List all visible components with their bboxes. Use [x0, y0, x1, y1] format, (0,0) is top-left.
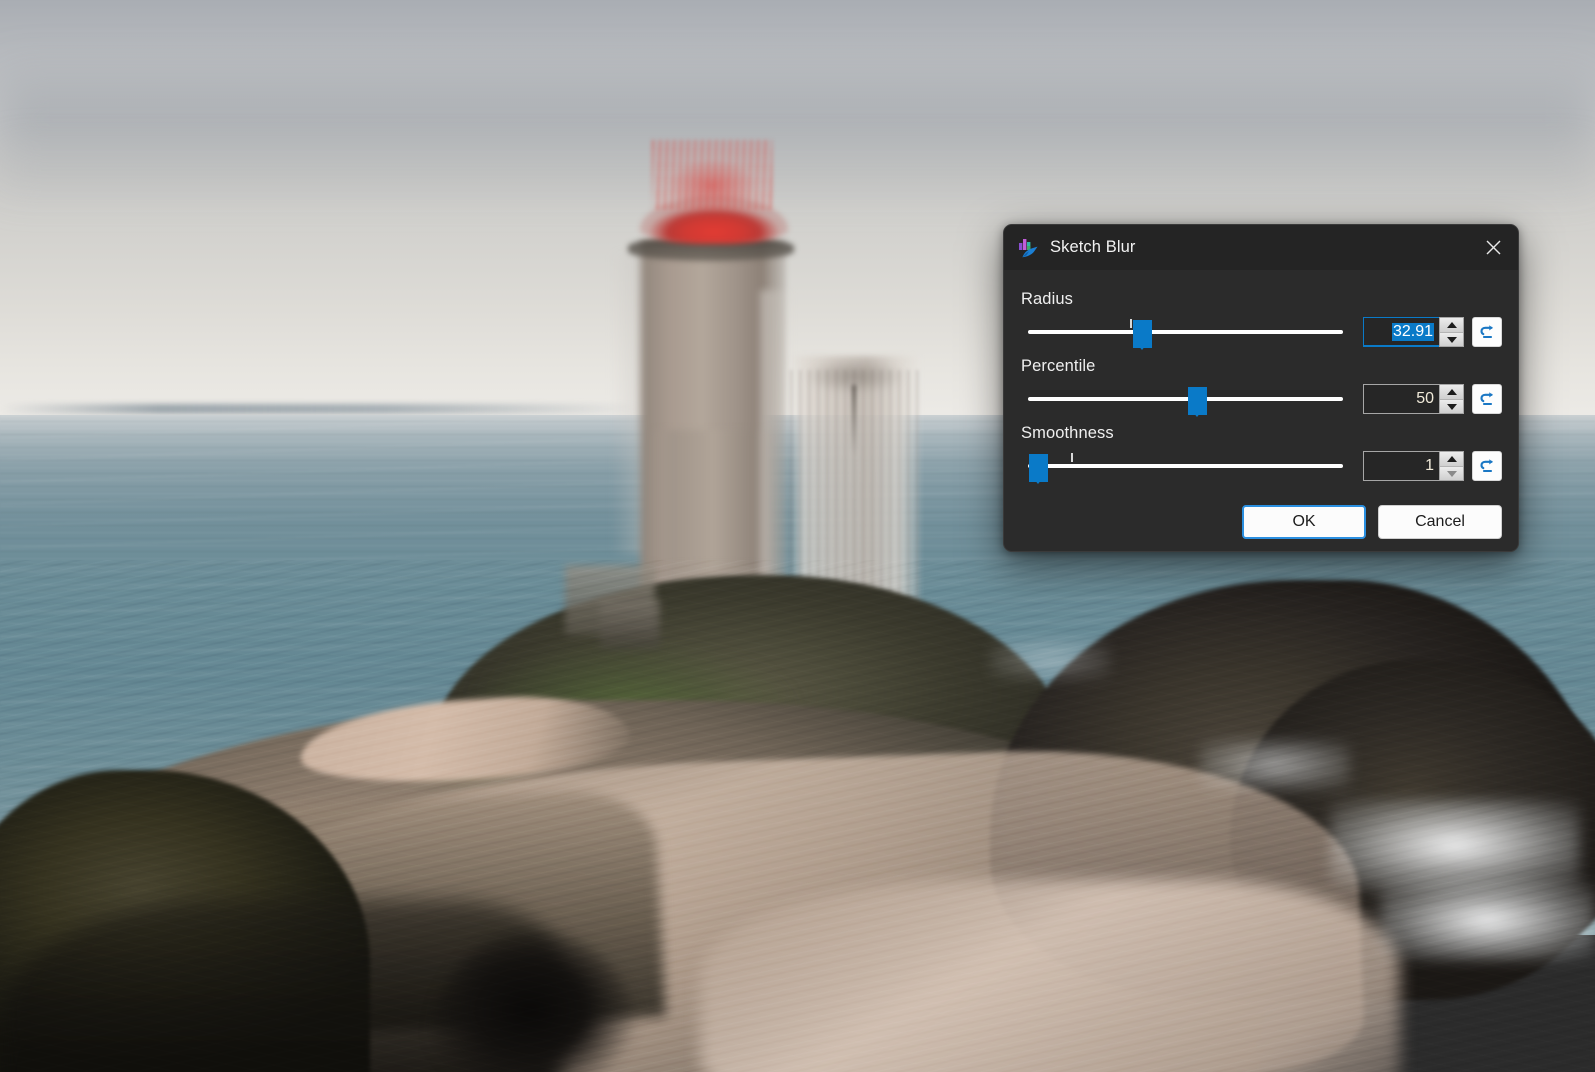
surf-foam: [1330, 800, 1580, 890]
close-icon[interactable]: [1468, 225, 1518, 270]
spinner-down-icon[interactable]: [1440, 332, 1463, 346]
spinner-down-icon[interactable]: [1440, 399, 1463, 413]
percentile-slider-thumb[interactable]: [1187, 387, 1207, 417]
dialog-title: Sketch Blur: [1050, 238, 1136, 256]
smoothness-row: 1: [1020, 449, 1502, 484]
percentile-input[interactable]: 50: [1363, 384, 1439, 414]
smoothness-spin-buttons[interactable]: [1439, 451, 1464, 481]
building-mast: [852, 385, 856, 455]
reset-arrow-icon: [1479, 324, 1493, 338]
sky-cloud-band: [0, 140, 1595, 200]
spinner-up-icon[interactable]: [1440, 385, 1463, 399]
spinner-up-icon[interactable]: [1440, 452, 1463, 466]
smoothness-slider[interactable]: [1020, 449, 1351, 484]
radius-row: 32.91: [1020, 315, 1502, 350]
surf-foam: [1380, 880, 1595, 960]
smoothness-spinner[interactable]: 1: [1363, 451, 1464, 481]
radius-slider-thumb[interactable]: [1132, 320, 1152, 350]
sketch-blur-dialog[interactable]: Sketch Blur Radius 32.91 Percentile 50 S…: [1003, 224, 1519, 552]
smoothness-slider-tick: [1071, 453, 1073, 462]
smoothness-input[interactable]: 1: [1363, 451, 1439, 481]
smoothness-input-value: 1: [1425, 457, 1434, 474]
radius-slider-track[interactable]: [1028, 330, 1343, 334]
reset-arrow-icon: [1479, 458, 1493, 472]
dialog-footer: OK Cancel: [1004, 491, 1518, 551]
percentile-slider[interactable]: [1020, 382, 1351, 417]
cancel-button[interactable]: Cancel: [1378, 505, 1502, 539]
paint-app-icon: [1018, 238, 1040, 258]
percentile-label: Percentile: [1021, 357, 1096, 375]
smoothness-slider-track[interactable]: [1028, 464, 1343, 468]
percentile-row: 50: [1020, 382, 1502, 417]
spinner-up-icon[interactable]: [1440, 318, 1463, 332]
percentile-input-value: 50: [1416, 390, 1434, 407]
dialog-titlebar[interactable]: Sketch Blur: [1004, 225, 1518, 270]
sandy-path-highlight: [700, 880, 1400, 1072]
reset-arrow-icon: [1479, 391, 1493, 405]
surf-foam: [990, 640, 1110, 680]
surf-foam: [1200, 740, 1350, 790]
radius-label: Radius: [1021, 290, 1073, 308]
percentile-slider-track[interactable]: [1028, 397, 1343, 401]
smoothness-slider-thumb[interactable]: [1028, 454, 1048, 484]
radius-input[interactable]: 32.91: [1363, 317, 1439, 347]
spinner-down-icon[interactable]: [1440, 466, 1463, 480]
distant-coastline: [0, 404, 640, 414]
percentile-spin-buttons[interactable]: [1439, 384, 1464, 414]
smoothness-label: Smoothness: [1021, 424, 1114, 442]
lighthouse-smear-right: [760, 290, 794, 610]
radius-spinner[interactable]: 32.91: [1363, 317, 1464, 347]
percentile-spinner[interactable]: 50: [1363, 384, 1464, 414]
radius-slider[interactable]: [1020, 315, 1351, 350]
percentile-reset-button[interactable]: [1472, 384, 1502, 414]
radius-reset-button[interactable]: [1472, 317, 1502, 347]
radius-spin-buttons[interactable]: [1439, 317, 1464, 347]
radius-input-value: 32.91: [1391, 322, 1434, 341]
dialog-body: Radius 32.91 Percentile 50 Smoothness 1: [1004, 270, 1518, 484]
ok-button[interactable]: OK: [1242, 505, 1366, 539]
lighthouse-red-smear: [652, 140, 772, 210]
smoothness-reset-button[interactable]: [1472, 451, 1502, 481]
